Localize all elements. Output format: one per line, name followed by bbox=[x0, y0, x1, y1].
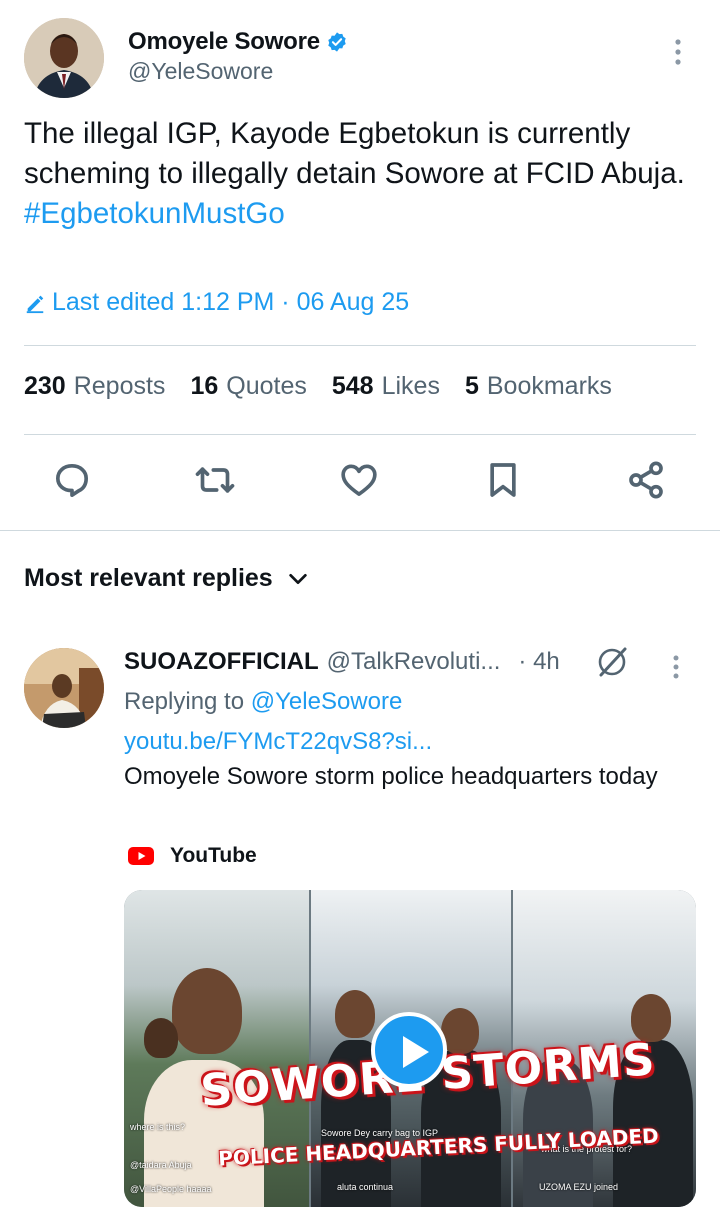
hashtag-link[interactable]: #EgbetokunMustGo bbox=[24, 194, 696, 234]
tweet-author: Omoyele Sowore @YeleSowore bbox=[24, 18, 696, 100]
engagement-stats: 230 Reposts 16 Quotes 548 Likes 5 Bookmarks bbox=[24, 372, 637, 401]
edited-indicator[interactable]: Last edited 1:12 PM · 06 Aug 25 bbox=[24, 288, 409, 317]
repost-icon bbox=[195, 467, 235, 493]
replies-sort-label: Most relevant replies bbox=[24, 564, 273, 592]
reposts-stat[interactable]: 230 Reposts bbox=[24, 372, 165, 401]
quotes-label: Quotes bbox=[226, 372, 307, 400]
bookmark-button[interactable] bbox=[483, 460, 527, 504]
tweet-text: The illegal IGP, Kayode Egbetokun is cur… bbox=[24, 114, 696, 234]
reply-timestamp[interactable]: · 4h bbox=[518, 648, 559, 676]
verified-badge-icon bbox=[328, 32, 346, 52]
bookmark-icon bbox=[490, 463, 516, 497]
reply-avatar[interactable] bbox=[24, 648, 104, 728]
video-thumbnail[interactable]: where is this? @taidara Abuja @VillaPeop… bbox=[124, 890, 696, 1207]
repost-button[interactable] bbox=[195, 460, 239, 504]
bookmarks-count: 5 bbox=[464, 372, 479, 400]
author-handle[interactable]: @YeleSowore bbox=[128, 58, 273, 85]
tweet-body: The illegal IGP, Kayode Egbetokun is cur… bbox=[24, 117, 685, 190]
likes-label: Likes bbox=[381, 372, 440, 400]
like-icon bbox=[341, 464, 377, 496]
replies-sort-dropdown[interactable]: Most relevant replies bbox=[24, 564, 309, 593]
chevron-down-icon bbox=[289, 573, 307, 584]
reply-header: SUOAZOFFICIAL @TalkRevoluti... · 4h bbox=[124, 648, 560, 676]
youtube-logo-icon bbox=[128, 847, 154, 865]
likes-stat[interactable]: 548 Likes bbox=[332, 372, 440, 401]
quotes-stat[interactable]: 16 Quotes bbox=[190, 372, 306, 401]
divider bbox=[0, 530, 720, 531]
reply-author-name[interactable]: SUOAZOFFICIAL bbox=[124, 648, 319, 676]
share-icon bbox=[629, 461, 663, 499]
share-button[interactable] bbox=[626, 460, 670, 504]
quotes-count: 16 bbox=[190, 372, 219, 400]
author-avatar[interactable] bbox=[24, 18, 104, 98]
play-button-icon[interactable] bbox=[371, 1012, 447, 1088]
reply-url-link[interactable]: youtu.be/FYMcT22qvS8?si... bbox=[124, 728, 432, 756]
pencil-icon bbox=[26, 295, 44, 313]
replying-handle-link[interactable]: @YeleSowore bbox=[251, 688, 403, 715]
bookmarks-stat[interactable]: 5 Bookmarks bbox=[465, 372, 612, 401]
grok-icon[interactable] bbox=[596, 646, 630, 678]
link-card-source: YouTube bbox=[128, 844, 257, 868]
reply-author-handle[interactable]: @TalkRevoluti... bbox=[327, 648, 501, 676]
likes-count: 548 bbox=[331, 372, 374, 400]
like-button[interactable] bbox=[339, 460, 383, 504]
reply-icon bbox=[56, 464, 88, 497]
reposts-count: 230 bbox=[24, 372, 66, 400]
author-name[interactable]: Omoyele Sowore bbox=[128, 28, 320, 56]
more-options-icon[interactable] bbox=[672, 38, 684, 66]
divider bbox=[24, 434, 696, 435]
reply-button[interactable] bbox=[52, 460, 96, 504]
tweet-actions bbox=[0, 460, 720, 508]
reply-text: Omoyele Sowore storm police headquarters… bbox=[124, 763, 658, 790]
reply-item[interactable]: SUOAZOFFICIAL @TalkRevoluti... · 4h Repl… bbox=[24, 646, 696, 1207]
edited-label: Last edited 1:12 PM · 06 Aug 25 bbox=[52, 288, 410, 316]
divider bbox=[24, 345, 696, 346]
reply-more-options-icon[interactable] bbox=[670, 654, 682, 680]
link-card-source-label: YouTube bbox=[170, 844, 257, 867]
replying-prefix: Replying to bbox=[124, 688, 245, 715]
replying-to: Replying to @YeleSowore bbox=[124, 688, 402, 716]
reposts-label: Reposts bbox=[73, 372, 166, 400]
bookmarks-label: Bookmarks bbox=[486, 372, 612, 400]
